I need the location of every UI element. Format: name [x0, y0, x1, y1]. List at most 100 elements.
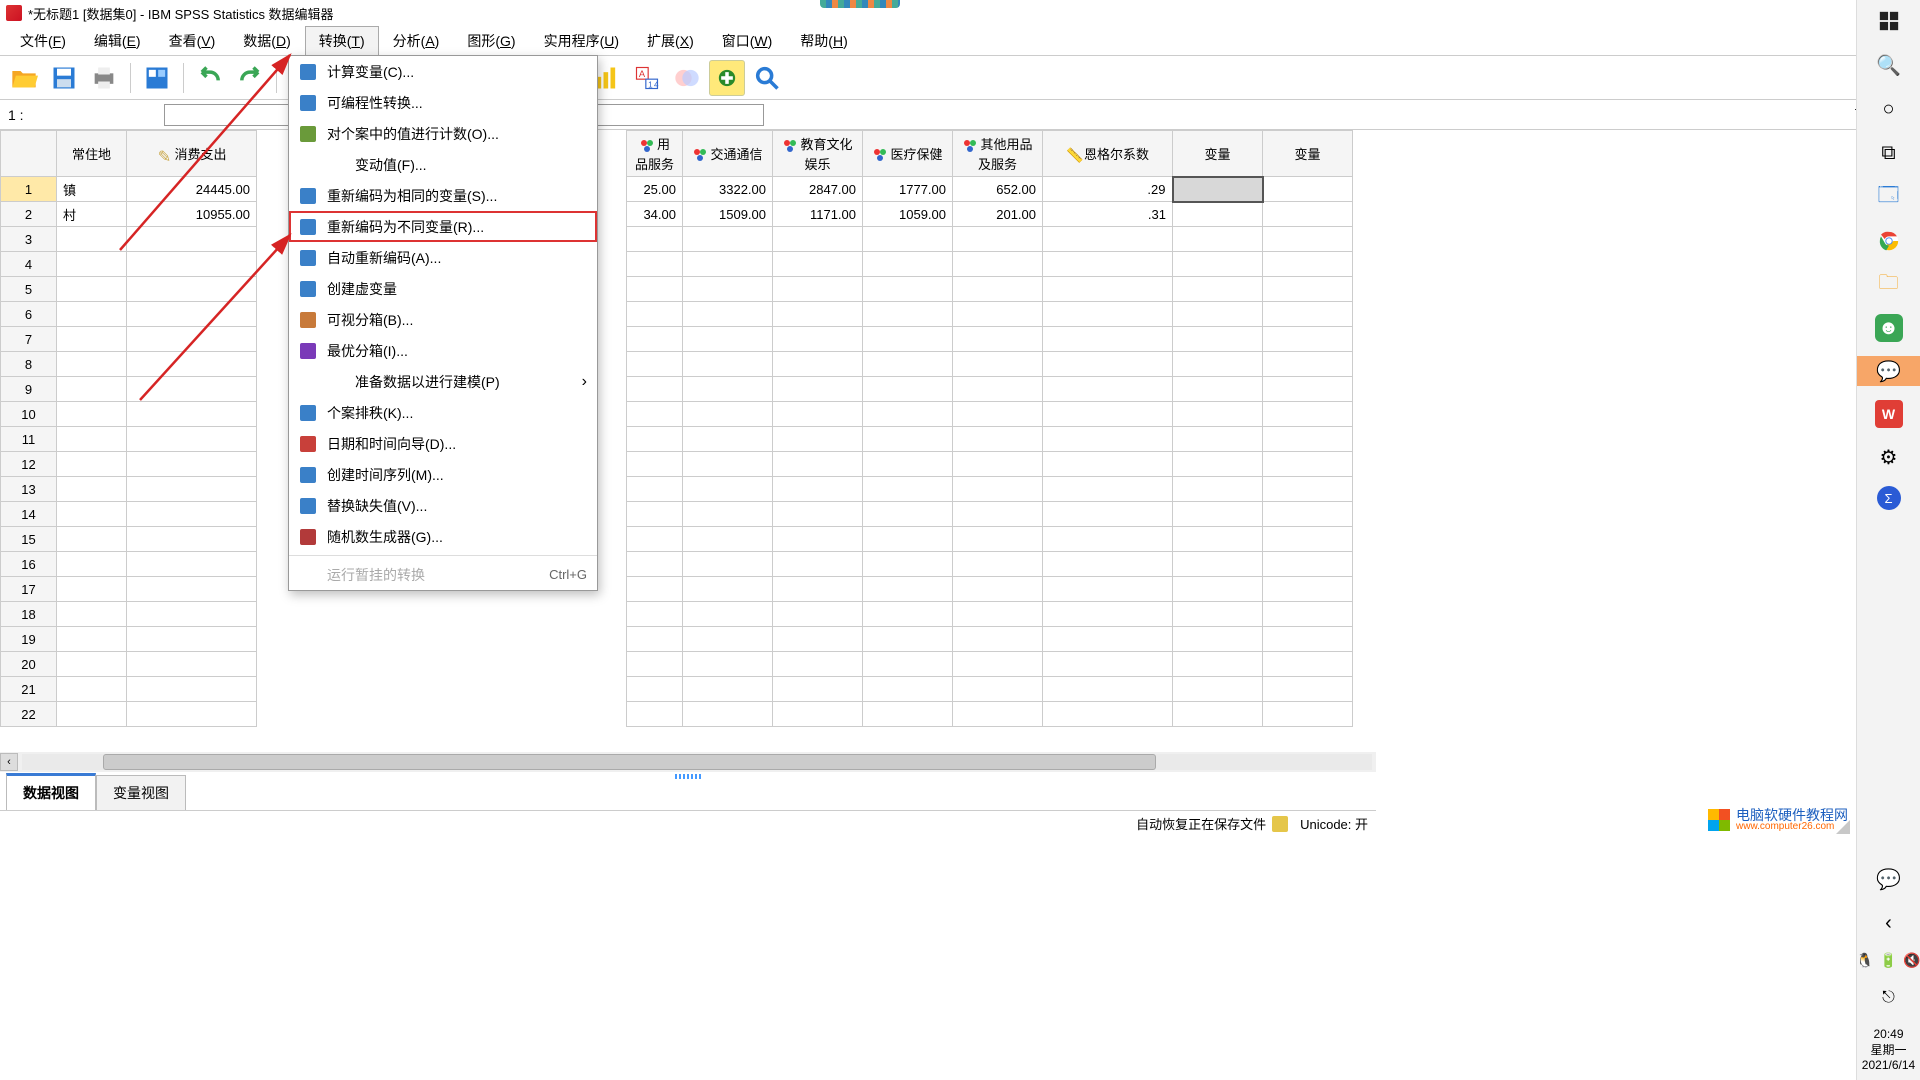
cell[interactable]: .29	[1043, 177, 1173, 202]
cell[interactable]	[683, 427, 773, 452]
row-number[interactable]: 17	[1, 577, 57, 602]
cell[interactable]	[127, 302, 257, 327]
cell[interactable]	[863, 527, 953, 552]
menu-extensions[interactable]: 扩展(X)	[633, 26, 708, 56]
tab-variable-view[interactable]: 变量视图	[96, 775, 186, 810]
cell[interactable]: 3322.00	[683, 177, 773, 202]
col-header-engel[interactable]: 恩格尔系数	[1043, 131, 1173, 177]
cell[interactable]	[1043, 527, 1173, 552]
cell[interactable]	[627, 377, 683, 402]
tray-chat-icon[interactable]: 💬	[1869, 864, 1909, 894]
cell[interactable]	[1173, 202, 1263, 227]
cell[interactable]	[127, 252, 257, 277]
scroll-thumb[interactable]	[103, 754, 1156, 770]
table-row[interactable]: 11	[1, 427, 1353, 452]
table-row[interactable]: 4	[1, 252, 1353, 277]
cell[interactable]	[1173, 302, 1263, 327]
menu-item-auto-recode[interactable]: 自动重新编码(A)...	[289, 242, 597, 273]
row-number[interactable]: 20	[1, 652, 57, 677]
cell[interactable]	[863, 427, 953, 452]
cell[interactable]	[57, 352, 127, 377]
splitter-grip[interactable]	[675, 774, 701, 779]
cell[interactable]	[1263, 577, 1353, 602]
taskbar-app-active[interactable]: 💬	[1857, 356, 1920, 386]
cell[interactable]	[57, 477, 127, 502]
cell[interactable]	[1173, 502, 1263, 527]
cell[interactable]	[627, 252, 683, 277]
cell[interactable]	[57, 302, 127, 327]
cell[interactable]	[1173, 252, 1263, 277]
cell[interactable]	[1263, 627, 1353, 652]
cell[interactable]	[953, 402, 1043, 427]
cell[interactable]	[127, 377, 257, 402]
cell[interactable]	[127, 452, 257, 477]
cell[interactable]	[773, 252, 863, 277]
cell[interactable]: .31	[1043, 202, 1173, 227]
cell[interactable]	[1263, 277, 1353, 302]
row-number[interactable]: 4	[1, 252, 57, 277]
cell[interactable]	[683, 652, 773, 677]
cell[interactable]	[127, 327, 257, 352]
cell[interactable]	[773, 527, 863, 552]
cell[interactable]	[683, 452, 773, 477]
cell[interactable]	[127, 627, 257, 652]
recall-dialog-button[interactable]	[139, 60, 175, 96]
row-number[interactable]: 14	[1, 502, 57, 527]
cell[interactable]	[773, 427, 863, 452]
cell[interactable]	[127, 277, 257, 302]
row-number[interactable]: 6	[1, 302, 57, 327]
col-header-empty[interactable]: 变量	[1173, 131, 1263, 177]
cell[interactable]	[773, 377, 863, 402]
cell[interactable]: 2847.00	[773, 177, 863, 202]
cell[interactable]	[57, 502, 127, 527]
cell[interactable]	[773, 227, 863, 252]
cell[interactable]: 10955.00	[127, 202, 257, 227]
table-row[interactable]: 18	[1, 602, 1353, 627]
undo-button[interactable]	[192, 60, 228, 96]
cell[interactable]	[683, 327, 773, 352]
cell[interactable]	[953, 527, 1043, 552]
cell[interactable]	[953, 702, 1043, 727]
cell[interactable]	[57, 577, 127, 602]
taskbar-explorer[interactable]: 🗀	[1869, 270, 1909, 300]
cell[interactable]	[57, 377, 127, 402]
scroll-left-button[interactable]: ‹	[0, 753, 18, 771]
menu-item-visual-bin[interactable]: 可视分箱(B)...	[289, 304, 597, 335]
cell[interactable]	[863, 227, 953, 252]
cell[interactable]	[1173, 552, 1263, 577]
cell[interactable]	[627, 452, 683, 477]
cell[interactable]	[1173, 452, 1263, 477]
menu-item-recode-same[interactable]: 重新编码为相同的变量(S)...	[289, 180, 597, 211]
menu-item-plus[interactable]: 可编程性转换...	[289, 87, 597, 118]
print-button[interactable]	[86, 60, 122, 96]
row-number[interactable]: 19	[1, 627, 57, 652]
col-header-medical[interactable]: 医疗保健	[863, 131, 953, 177]
cell[interactable]	[1043, 702, 1173, 727]
cell[interactable]	[1043, 252, 1173, 277]
table-row[interactable]: 2村10955.0034.001509.001171.001059.00201.…	[1, 202, 1353, 227]
cell[interactable]	[1173, 427, 1263, 452]
cell[interactable]	[1043, 352, 1173, 377]
cell[interactable]	[1263, 252, 1353, 277]
cell[interactable]	[1043, 552, 1173, 577]
cell[interactable]	[863, 327, 953, 352]
value-labels-button[interactable]: A14	[629, 60, 665, 96]
cell[interactable]	[683, 627, 773, 652]
cell[interactable]	[57, 452, 127, 477]
cell[interactable]	[773, 702, 863, 727]
cell[interactable]	[1043, 427, 1173, 452]
cell[interactable]	[627, 327, 683, 352]
cell[interactable]: 201.00	[953, 202, 1043, 227]
cell[interactable]	[127, 602, 257, 627]
taskbar-settings[interactable]: ⚙	[1869, 442, 1909, 472]
cell[interactable]	[953, 302, 1043, 327]
cell[interactable]	[1043, 327, 1173, 352]
taskbar-app-3[interactable]: Σ	[1877, 486, 1901, 510]
taskbar-chrome[interactable]	[1869, 226, 1909, 256]
cell[interactable]	[1043, 302, 1173, 327]
menu-edit[interactable]: 编辑(E)	[80, 26, 155, 56]
cell[interactable]	[773, 677, 863, 702]
cell[interactable]	[627, 352, 683, 377]
tray-wifi-icon[interactable]: ⎋	[1869, 983, 1909, 1013]
save-button[interactable]	[46, 60, 82, 96]
